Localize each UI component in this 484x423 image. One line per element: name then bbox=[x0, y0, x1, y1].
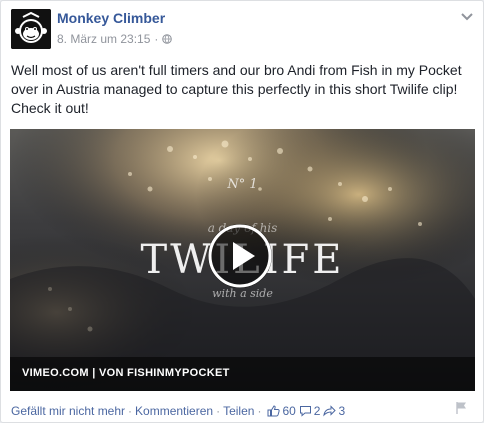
comment-icon bbox=[299, 406, 311, 417]
play-button[interactable] bbox=[208, 224, 272, 288]
shares-count[interactable]: 3 bbox=[323, 404, 345, 418]
share-link[interactable]: Teilen bbox=[223, 404, 254, 418]
shares-number: 3 bbox=[338, 404, 346, 418]
author-name[interactable]: Monkey Climber bbox=[57, 10, 165, 26]
play-icon bbox=[208, 224, 272, 288]
likes-number: 60 bbox=[282, 404, 296, 418]
overlay-number: N° 1 bbox=[227, 177, 258, 192]
share-icon bbox=[323, 405, 337, 417]
like-icon bbox=[267, 405, 281, 417]
unlike-link[interactable]: Gefällt mir nicht mehr bbox=[11, 404, 125, 418]
video-source-text[interactable]: VIMEO.COM | VON FISHINMYPOCKET bbox=[22, 367, 230, 379]
action-dot: · bbox=[216, 404, 221, 418]
comment-link[interactable]: Kommentieren bbox=[135, 404, 213, 418]
post-meta: 8. März um 23:15 · bbox=[57, 32, 173, 46]
comments-count[interactable]: 2 bbox=[299, 404, 321, 418]
timestamp[interactable]: 8. März um 23:15 bbox=[57, 32, 150, 46]
avatar[interactable] bbox=[11, 9, 51, 49]
comments-number: 2 bbox=[313, 404, 321, 418]
video-player[interactable]: N° 1 a day of his TWILIFE with a side VI… bbox=[10, 129, 475, 391]
meta-separator: · bbox=[154, 32, 159, 46]
overlay-with: with a side bbox=[212, 287, 273, 300]
post-actions: Gefällt mir nicht mehr · Kommentieren · … bbox=[11, 404, 345, 418]
globe-icon[interactable] bbox=[162, 34, 173, 44]
flag-icon[interactable] bbox=[455, 401, 469, 415]
video-source-bar[interactable]: VIMEO.COM | VON FISHINMYPOCKET bbox=[10, 357, 475, 391]
post-card: Monkey Climber 8. März um 23:15 · Well m… bbox=[0, 0, 484, 423]
action-dot: · bbox=[128, 404, 133, 418]
post-text: Well most of us aren't full timers and o… bbox=[11, 62, 462, 116]
action-dot: · bbox=[257, 404, 262, 418]
likes-count[interactable]: 60 bbox=[267, 404, 296, 418]
chevron-down-icon[interactable] bbox=[459, 11, 475, 23]
monkey-avatar-icon bbox=[11, 9, 51, 49]
